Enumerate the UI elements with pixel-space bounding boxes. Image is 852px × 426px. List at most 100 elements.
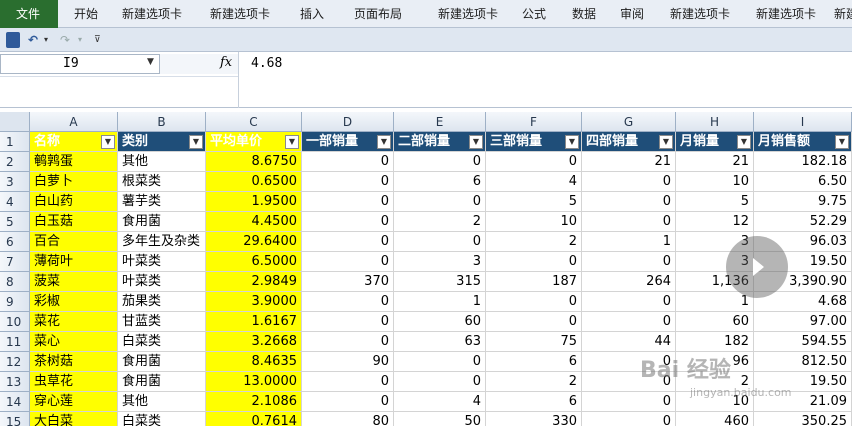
table-cell[interactable]: 1 bbox=[676, 292, 754, 312]
table-header-cell[interactable]: 平均单价 ▼ bbox=[206, 132, 302, 152]
table-cell[interactable]: 182.18 bbox=[754, 152, 852, 172]
table-cell[interactable]: 薄荷叶 bbox=[30, 252, 118, 272]
table-cell[interactable]: 穿心莲 bbox=[30, 392, 118, 412]
table-cell[interactable]: 0 bbox=[486, 292, 582, 312]
filter-dropdown-icon[interactable]: ▼ bbox=[737, 135, 751, 149]
table-cell[interactable]: 0 bbox=[582, 252, 676, 272]
table-cell[interactable]: 3 bbox=[394, 252, 486, 272]
table-cell[interactable]: 60 bbox=[676, 312, 754, 332]
table-cell[interactable]: 8.6750 bbox=[206, 152, 302, 172]
row-header[interactable]: 4 bbox=[0, 192, 30, 212]
table-cell[interactable]: 10 bbox=[676, 172, 754, 192]
table-cell[interactable]: 6.5000 bbox=[206, 252, 302, 272]
table-cell[interactable]: 52.29 bbox=[754, 212, 852, 232]
column-header-d[interactable]: D bbox=[302, 112, 394, 132]
table-cell[interactable]: 0 bbox=[582, 392, 676, 412]
row-header[interactable]: 13 bbox=[0, 372, 30, 392]
table-cell[interactable]: 6 bbox=[486, 352, 582, 372]
table-cell[interactable]: 0 bbox=[582, 312, 676, 332]
table-cell[interactable]: 1 bbox=[394, 292, 486, 312]
tab-new-1[interactable]: 新建选项卡 bbox=[112, 0, 200, 28]
table-cell[interactable]: 0 bbox=[302, 312, 394, 332]
row-header[interactable]: 7 bbox=[0, 252, 30, 272]
customize-toolbar-icon[interactable]: ⊽ bbox=[94, 32, 101, 48]
name-box[interactable]: I9 ▼ bbox=[0, 54, 160, 74]
table-cell[interactable]: 多年生及杂类 bbox=[118, 232, 206, 252]
table-cell[interactable]: 12 bbox=[676, 212, 754, 232]
tab-new-5[interactable]: 新建选项卡 bbox=[744, 0, 830, 28]
table-cell[interactable]: 食用菌 bbox=[118, 372, 206, 392]
table-cell[interactable]: 8.4635 bbox=[206, 352, 302, 372]
table-cell[interactable]: 0 bbox=[302, 212, 394, 232]
table-cell[interactable]: 其他 bbox=[118, 152, 206, 172]
table-cell[interactable]: 10 bbox=[486, 212, 582, 232]
row-header[interactable]: 6 bbox=[0, 232, 30, 252]
row-header[interactable]: 9 bbox=[0, 292, 30, 312]
tab-data[interactable]: 数据 bbox=[560, 0, 612, 28]
table-cell[interactable]: 5 bbox=[676, 192, 754, 212]
table-cell[interactable]: 1.6167 bbox=[206, 312, 302, 332]
table-cell[interactable]: 0 bbox=[302, 232, 394, 252]
table-cell[interactable]: 4 bbox=[394, 392, 486, 412]
table-cell[interactable]: 812.50 bbox=[754, 352, 852, 372]
table-cell[interactable]: 350.25 bbox=[754, 412, 852, 426]
column-header-c[interactable]: C bbox=[206, 112, 302, 132]
table-cell[interactable]: 370 bbox=[302, 272, 394, 292]
table-cell[interactable]: 0 bbox=[394, 352, 486, 372]
tab-review[interactable]: 审阅 bbox=[612, 0, 656, 28]
table-cell[interactable]: 甘蓝类 bbox=[118, 312, 206, 332]
table-header-cell[interactable]: 二部销量 ▼ bbox=[394, 132, 486, 152]
table-cell[interactable]: 白萝卜 bbox=[30, 172, 118, 192]
table-cell[interactable]: 60 bbox=[394, 312, 486, 332]
table-cell[interactable]: 594.55 bbox=[754, 332, 852, 352]
select-all-corner[interactable] bbox=[0, 112, 30, 132]
table-cell[interactable]: 460 bbox=[676, 412, 754, 426]
table-cell[interactable]: 0 bbox=[394, 152, 486, 172]
tab-page-layout[interactable]: 页面布局 bbox=[344, 0, 424, 28]
formula-input[interactable]: 4.68 bbox=[238, 52, 852, 108]
table-cell[interactable]: 0 bbox=[302, 372, 394, 392]
table-cell[interactable]: 叶菜类 bbox=[118, 272, 206, 292]
table-cell[interactable]: 3.9000 bbox=[206, 292, 302, 312]
table-cell[interactable]: 0 bbox=[582, 172, 676, 192]
table-cell[interactable]: 0 bbox=[394, 192, 486, 212]
tab-new-3[interactable]: 新建选项卡 bbox=[424, 0, 514, 28]
table-cell[interactable]: 菜心 bbox=[30, 332, 118, 352]
filter-dropdown-icon[interactable]: ▼ bbox=[659, 135, 673, 149]
table-cell[interactable]: 0 bbox=[302, 292, 394, 312]
table-cell[interactable]: 9.75 bbox=[754, 192, 852, 212]
table-cell[interactable]: 182 bbox=[676, 332, 754, 352]
table-header-cell[interactable]: 月销量 ▼ bbox=[676, 132, 754, 152]
table-cell[interactable]: 63 bbox=[394, 332, 486, 352]
table-cell[interactable]: 264 bbox=[582, 272, 676, 292]
filter-dropdown-icon[interactable]: ▼ bbox=[189, 135, 203, 149]
table-cell[interactable]: 2 bbox=[486, 232, 582, 252]
table-cell[interactable]: 3.2668 bbox=[206, 332, 302, 352]
row-header[interactable]: 14 bbox=[0, 392, 30, 412]
table-cell[interactable]: 2 bbox=[394, 212, 486, 232]
table-cell[interactable]: 白玉菇 bbox=[30, 212, 118, 232]
row-header[interactable]: 3 bbox=[0, 172, 30, 192]
table-header-cell[interactable]: 四部销量 ▼ bbox=[582, 132, 676, 152]
table-cell[interactable]: 4.4500 bbox=[206, 212, 302, 232]
table-cell[interactable]: 茄果类 bbox=[118, 292, 206, 312]
table-cell[interactable]: 0 bbox=[302, 252, 394, 272]
table-cell[interactable]: 根菜类 bbox=[118, 172, 206, 192]
table-cell[interactable]: 0 bbox=[582, 412, 676, 426]
row-header[interactable]: 11 bbox=[0, 332, 30, 352]
table-cell[interactable]: 315 bbox=[394, 272, 486, 292]
tab-insert[interactable]: 插入 bbox=[288, 0, 344, 28]
table-cell[interactable]: 白山药 bbox=[30, 192, 118, 212]
row-header[interactable]: 15 bbox=[0, 412, 30, 426]
table-cell[interactable]: 百合 bbox=[30, 232, 118, 252]
tab-file[interactable]: 文件 bbox=[0, 0, 58, 28]
redo-dropdown-icon[interactable]: ▾ bbox=[78, 32, 82, 48]
table-cell[interactable]: 80 bbox=[302, 412, 394, 426]
table-cell[interactable]: 大白菜 bbox=[30, 412, 118, 426]
table-cell[interactable]: 0 bbox=[582, 292, 676, 312]
column-header-f[interactable]: F bbox=[486, 112, 582, 132]
table-cell[interactable]: 2.1086 bbox=[206, 392, 302, 412]
tab-home[interactable]: 开始 bbox=[58, 0, 112, 28]
table-cell[interactable]: 茶树菇 bbox=[30, 352, 118, 372]
table-cell[interactable]: 97.00 bbox=[754, 312, 852, 332]
